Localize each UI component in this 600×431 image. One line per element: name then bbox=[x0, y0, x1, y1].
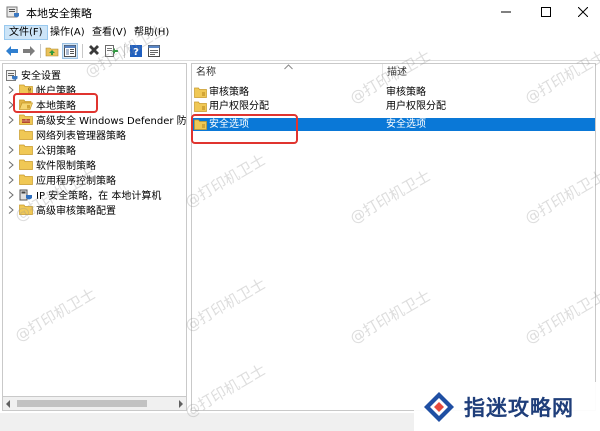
back-button[interactable] bbox=[4, 43, 20, 59]
tree-item-label: 网络列表管理器策略 bbox=[36, 131, 126, 142]
list-item-description: 用户权限分配 bbox=[386, 101, 446, 112]
list-item-audit-policy[interactable]: 审核策略 审核策略 bbox=[192, 86, 595, 99]
tree-item-public-key[interactable]: 公钥策略 bbox=[6, 142, 76, 157]
list-item-name: 用户权限分配 bbox=[209, 101, 269, 112]
tree-horizontal-scrollbar[interactable] bbox=[2, 397, 187, 411]
help-button[interactable]: ? bbox=[128, 43, 144, 59]
chevron-right-icon[interactable] bbox=[6, 115, 16, 125]
folder-icon bbox=[194, 87, 207, 98]
up-level-button[interactable] bbox=[44, 43, 60, 59]
menu-view[interactable]: 查看(V) bbox=[88, 25, 131, 40]
sort-ascending-icon bbox=[284, 64, 293, 70]
tree-item-app-control[interactable]: 应用程序控制策略 bbox=[6, 172, 116, 187]
chevron-right-icon[interactable] bbox=[6, 160, 16, 170]
folder-icon bbox=[19, 159, 33, 170]
brand-name: 指迷攻略网 bbox=[464, 394, 574, 420]
scrollbar-thumb[interactable] bbox=[17, 400, 147, 407]
menu-bar: 文件(F) 操作(A) 查看(V) 帮助(H) bbox=[0, 24, 600, 41]
tree-item-advanced-audit[interactable]: 高级审核策略配置 bbox=[6, 202, 116, 217]
export-list-icon bbox=[105, 45, 118, 57]
delete-icon bbox=[89, 45, 99, 55]
delete-button[interactable] bbox=[86, 43, 102, 59]
svg-text:?: ? bbox=[133, 47, 139, 57]
export-list-button[interactable] bbox=[104, 43, 120, 59]
tree-item-account-policy[interactable]: 帐户策略 bbox=[6, 82, 76, 97]
tree-root[interactable]: 安全设置 bbox=[6, 67, 61, 82]
properties-button[interactable] bbox=[146, 43, 162, 59]
chevron-right-icon[interactable] bbox=[6, 145, 16, 155]
list-item-name: 安全选项 bbox=[209, 119, 249, 130]
menu-action[interactable]: 操作(A) bbox=[46, 25, 89, 40]
chevron-right-icon[interactable] bbox=[6, 205, 16, 215]
tree-item-label: 软件限制策略 bbox=[36, 161, 96, 172]
brand-badge: 指迷攻略网 bbox=[414, 382, 600, 431]
chevron-right-icon[interactable] bbox=[6, 190, 16, 200]
list-item-description: 审核策略 bbox=[386, 87, 426, 98]
up-folder-icon bbox=[45, 47, 59, 57]
tree-item-network-list[interactable]: 网络列表管理器策略 bbox=[6, 127, 126, 142]
menu-help[interactable]: 帮助(H) bbox=[130, 25, 173, 40]
list-item-security-options[interactable]: 安全选项 安全选项 bbox=[192, 118, 595, 131]
menu-file[interactable]: 文件(F) bbox=[4, 25, 48, 40]
column-header-description[interactable]: 描述 bbox=[383, 64, 595, 82]
toolbar: ? bbox=[0, 41, 600, 61]
tree-item-label: 公钥策略 bbox=[36, 146, 76, 157]
tree-item-label: 高级安全 Windows Defender 防火墙 bbox=[36, 116, 187, 127]
result-pane[interactable]: 名称 描述 审核策略 审核策略 用户权限分配 用户权限分配 安全选项 安全选项 bbox=[191, 63, 596, 411]
tree-item-label: 帐户策略 bbox=[36, 86, 76, 97]
close-icon bbox=[578, 7, 588, 17]
show-hide-tree-button[interactable] bbox=[62, 43, 78, 59]
folder-open-icon bbox=[19, 99, 33, 110]
toolbar-separator bbox=[124, 44, 125, 58]
minimize-icon bbox=[501, 11, 511, 13]
back-icon bbox=[6, 46, 18, 56]
title-bar: 本地安全策略 bbox=[0, 0, 600, 24]
show-hide-tree-icon bbox=[64, 45, 76, 57]
brand-logo-icon bbox=[424, 391, 454, 422]
close-button[interactable] bbox=[563, 0, 600, 24]
toolbar-separator bbox=[40, 44, 41, 58]
tree-item-label: 本地策略 bbox=[36, 101, 76, 112]
folder-icon bbox=[19, 84, 33, 95]
folder-icon bbox=[19, 129, 33, 140]
tree-item-label: 应用程序控制策略 bbox=[36, 176, 116, 187]
tree-item-local-policy[interactable]: 本地策略 bbox=[6, 97, 76, 112]
chevron-right-icon[interactable] bbox=[6, 100, 16, 110]
tree-item-firewall[interactable]: 高级安全 Windows Defender 防火墙 bbox=[6, 112, 187, 127]
list-item-description: 安全选项 bbox=[386, 119, 426, 130]
scroll-right-icon[interactable] bbox=[178, 400, 184, 408]
tree-item-label: IP 安全策略，在 本地计算机 bbox=[36, 191, 162, 202]
folder-icon bbox=[19, 144, 33, 155]
folder-icon bbox=[194, 101, 207, 112]
folder-icon bbox=[194, 119, 207, 130]
console-tree[interactable]: 安全设置 帐户策略 本地策略 高级安全 Windows Defender 防火墙… bbox=[2, 63, 187, 397]
security-settings-icon bbox=[6, 69, 18, 81]
list-item-user-rights[interactable]: 用户权限分配 用户权限分配 bbox=[192, 100, 595, 113]
tree-item-label: 安全设置 bbox=[21, 71, 61, 82]
list-item-name: 审核策略 bbox=[209, 87, 249, 98]
chevron-right-icon[interactable] bbox=[6, 175, 16, 185]
tree-item-label: 高级审核策略配置 bbox=[36, 206, 116, 217]
forward-button[interactable] bbox=[21, 43, 37, 59]
tree-item-ip-security[interactable]: IP 安全策略，在 本地计算机 bbox=[6, 187, 161, 202]
local-security-policy-icon bbox=[6, 6, 19, 18]
ip-security-icon bbox=[19, 189, 32, 200]
help-icon: ? bbox=[130, 45, 142, 57]
scroll-left-icon[interactable] bbox=[5, 400, 11, 408]
chevron-right-icon[interactable] bbox=[6, 85, 16, 95]
forward-icon bbox=[23, 46, 35, 56]
minimize-button[interactable] bbox=[486, 0, 526, 24]
folder-icon bbox=[19, 174, 33, 185]
window-title: 本地安全策略 bbox=[26, 7, 92, 20]
folder-icon bbox=[19, 204, 33, 215]
maximize-icon bbox=[541, 7, 551, 17]
tree-item-software-restriction[interactable]: 软件限制策略 bbox=[6, 157, 96, 172]
maximize-button[interactable] bbox=[526, 0, 566, 24]
toolbar-separator bbox=[82, 44, 83, 58]
properties-icon bbox=[148, 45, 160, 57]
firewall-icon bbox=[19, 114, 33, 125]
